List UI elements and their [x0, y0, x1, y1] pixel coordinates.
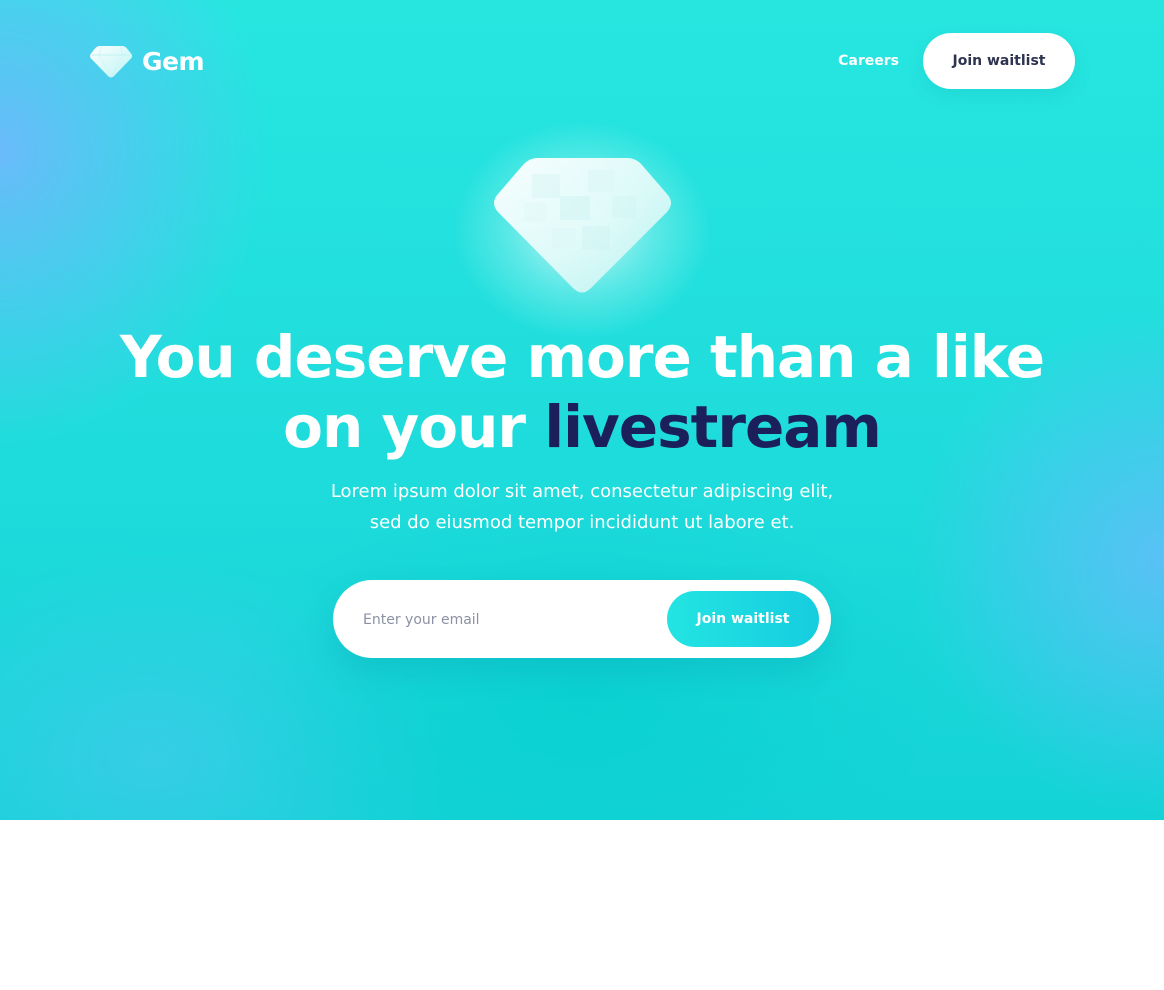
top-nav: Careers Join waitlist: [838, 33, 1075, 89]
hero-subtext: Lorem ipsum dolor sit amet, consectetur …: [282, 476, 882, 538]
headline-accent: livestream: [544, 393, 882, 461]
nav-link-careers[interactable]: Careers: [838, 53, 899, 69]
email-input[interactable]: [361, 599, 655, 641]
gem-icon: [90, 45, 132, 78]
subtext-line-2: sed do eiusmod tempor incididunt ut labo…: [369, 512, 795, 533]
waitlist-form: Join waitlist: [333, 580, 831, 658]
hero-headline: You deserve more than a like on your liv…: [82, 322, 1082, 462]
subtext-line-1: Lorem ipsum dolor sit amet, consectetur …: [330, 481, 834, 502]
join-waitlist-nav-button[interactable]: Join waitlist: [923, 33, 1075, 89]
brand-name: Gem: [142, 46, 205, 76]
hero-section: Gem Careers Join waitlist You deserve mo…: [0, 0, 1164, 820]
below-fold-section: [0, 820, 1164, 990]
brand-logo[interactable]: Gem: [88, 42, 205, 80]
join-waitlist-submit-button[interactable]: Join waitlist: [667, 591, 819, 647]
gem-icon: [494, 158, 671, 293]
